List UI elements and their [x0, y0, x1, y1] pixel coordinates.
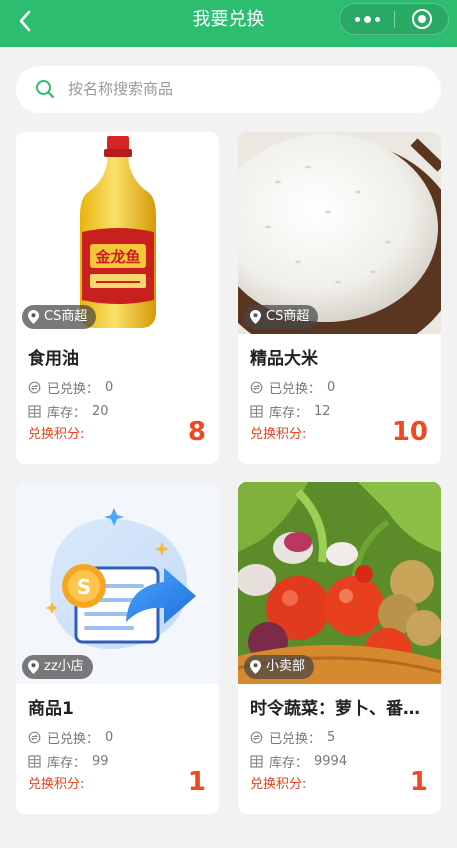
inventory-grid-icon: [250, 404, 263, 418]
stock-label: 库存：: [269, 405, 309, 421]
store-name: CS商超: [266, 309, 310, 324]
product-name: 时令蔬菜：萝卜、番茄、土豆: [250, 699, 432, 719]
location-pin-icon: [28, 310, 39, 324]
stock-count: 20: [92, 403, 109, 419]
store-tag: zz小店: [22, 655, 93, 679]
target-close-icon[interactable]: [412, 9, 432, 29]
stock-row: 库存： 99: [28, 752, 109, 771]
exchange-icon: [250, 381, 263, 393]
search-icon: [36, 80, 55, 99]
stock-count: 12: [314, 403, 331, 419]
stock-label: 库存：: [47, 755, 87, 771]
search-bar[interactable]: [16, 66, 441, 113]
product-name: 商品1: [28, 699, 74, 719]
points-label: 兑换积分:: [28, 427, 85, 442]
exchanged-row: 已兑换： 0: [28, 378, 114, 397]
exchanged-row: 已兑换： 5: [250, 728, 336, 747]
exchange-icon: [28, 731, 41, 743]
exchanged-count: 5: [327, 729, 336, 745]
exchanged-label: 已兑换：: [47, 731, 100, 747]
inventory-grid-icon: [250, 754, 263, 768]
points-label: 兑换积分:: [250, 777, 307, 792]
store-tag: CS商超: [244, 305, 319, 329]
product-card[interactable]: S zz小店 商品1 已兑换： 0 库存： 99 兑换积分: 1: [16, 482, 219, 814]
product-name: 食用油: [28, 349, 79, 369]
more-dots-icon[interactable]: [340, 4, 394, 34]
exchanged-count: 0: [105, 729, 114, 745]
store-name: 小卖部: [266, 659, 306, 674]
location-pin-icon: [28, 660, 39, 674]
exchanged-count: 0: [105, 379, 114, 395]
store-tag: CS商超: [22, 305, 97, 329]
product-image-placeholder: S zz小店: [16, 482, 219, 684]
exchanged-label: 已兑换：: [269, 731, 322, 747]
product-image-rice: CS商超: [238, 132, 441, 334]
exchange-icon: [250, 731, 263, 743]
product-image-vegetables: 小卖部: [238, 482, 441, 684]
stock-count: 99: [92, 753, 109, 769]
points-value: 1: [187, 767, 206, 797]
inventory-grid-icon: [28, 404, 41, 418]
product-card[interactable]: 小卖部 时令蔬菜：萝卜、番茄、土豆 已兑换： 5 库存： 9994 兑换积分: 1: [238, 482, 441, 814]
bottle-brand-text: 金龙鱼: [94, 248, 140, 266]
exchanged-count: 0: [327, 379, 336, 395]
navigation-bar: 我要兑换: [0, 0, 457, 47]
points-label: 兑换积分:: [250, 427, 307, 442]
product-name: 精品大米: [250, 349, 318, 369]
points-label: 兑换积分:: [28, 777, 85, 792]
capsule-divider: [394, 11, 395, 28]
store-tag: 小卖部: [244, 655, 315, 679]
stock-label: 库存：: [47, 405, 87, 421]
location-pin-icon: [250, 310, 261, 324]
coin-symbol: S: [77, 575, 91, 599]
points-value: 1: [409, 767, 428, 797]
exchange-icon: [28, 381, 41, 393]
inventory-grid-icon: [28, 754, 41, 768]
points-value: 10: [391, 417, 428, 447]
stock-row: 库存： 9994: [250, 752, 348, 771]
exchanged-row: 已兑换： 0: [28, 728, 114, 747]
product-card[interactable]: 金龙鱼 CS商超 食用油 已兑换： 0 库存： 20 兑换积分: 8: [16, 132, 219, 464]
points-value: 8: [187, 417, 206, 447]
search-input[interactable]: [68, 75, 418, 103]
location-pin-icon: [250, 660, 261, 674]
mini-program-capsule: [339, 3, 449, 35]
exchanged-label: 已兑换：: [47, 381, 100, 397]
stock-row: 库存： 20: [28, 402, 109, 421]
product-card[interactable]: CS商超 精品大米 已兑换： 0 库存： 12 兑换积分: 10: [238, 132, 441, 464]
exchanged-row: 已兑换： 0: [250, 378, 336, 397]
store-name: CS商超: [44, 309, 88, 324]
store-name: zz小店: [44, 659, 84, 674]
stock-label: 库存：: [269, 755, 309, 771]
stock-count: 9994: [314, 753, 348, 769]
stock-row: 库存： 12: [250, 402, 331, 421]
exchanged-label: 已兑换：: [269, 381, 322, 397]
product-image-oil: 金龙鱼 CS商超: [16, 132, 219, 334]
